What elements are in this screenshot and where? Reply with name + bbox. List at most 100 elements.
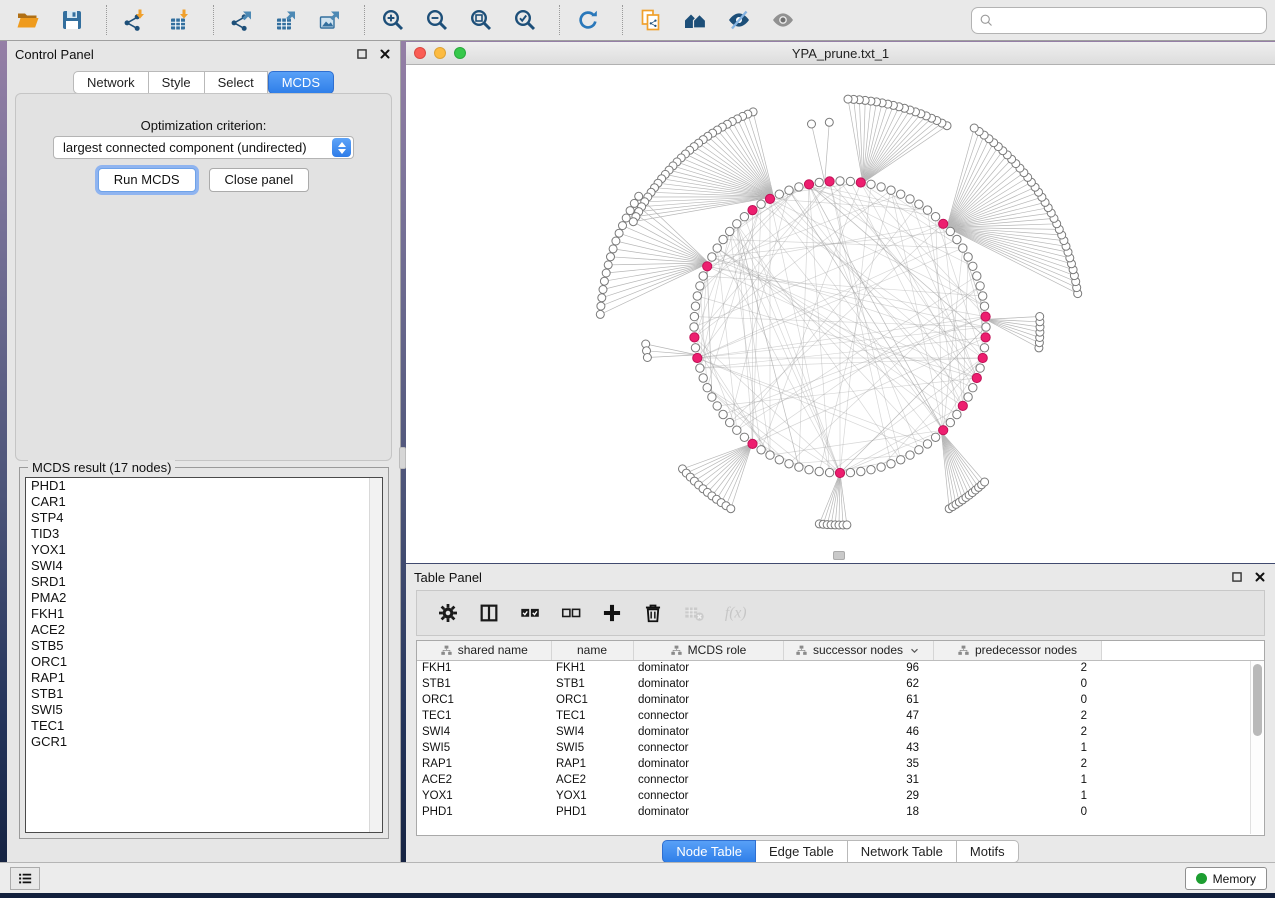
cell[interactable]: FKH1 bbox=[551, 660, 633, 676]
homes-icon[interactable] bbox=[681, 6, 709, 34]
mcds-result-item[interactable]: STB1 bbox=[26, 686, 382, 702]
open-folder-icon[interactable] bbox=[14, 6, 42, 34]
tab-edge-table[interactable]: Edge Table bbox=[756, 840, 848, 863]
mcds-result-item[interactable]: TEC1 bbox=[26, 718, 382, 734]
cell[interactable]: ORC1 bbox=[417, 692, 551, 708]
columns-icon[interactable] bbox=[476, 600, 502, 626]
mcds-result-item[interactable]: CAR1 bbox=[26, 494, 382, 510]
cell[interactable]: 31 bbox=[783, 772, 933, 788]
table-scrollbar[interactable] bbox=[1250, 661, 1263, 834]
cell[interactable]: 1 bbox=[933, 740, 1101, 756]
mcds-list-scrollbar[interactable] bbox=[369, 478, 382, 832]
table-row[interactable]: YOX1YOX1connector291 bbox=[417, 788, 1264, 804]
float-window-icon[interactable] bbox=[1230, 570, 1244, 584]
export-image-icon[interactable] bbox=[316, 6, 344, 34]
mcds-result-item[interactable]: PHD1 bbox=[26, 478, 382, 494]
cell[interactable]: 35 bbox=[783, 756, 933, 772]
cell[interactable]: ORC1 bbox=[551, 692, 633, 708]
export-network-icon[interactable] bbox=[228, 6, 256, 34]
mcds-result-list[interactable]: PHD1CAR1STP4TID3YOX1SWI4SRD1PMA2FKH1ACE2… bbox=[25, 477, 383, 833]
cell[interactable]: 96 bbox=[783, 660, 933, 676]
cell[interactable]: 2 bbox=[933, 724, 1101, 740]
gear-icon[interactable] bbox=[435, 600, 461, 626]
cell[interactable]: SWI5 bbox=[551, 740, 633, 756]
cell[interactable]: 0 bbox=[933, 676, 1101, 692]
mcds-result-item[interactable]: ORC1 bbox=[26, 654, 382, 670]
cell[interactable]: connector bbox=[633, 740, 783, 756]
cell[interactable]: PHD1 bbox=[417, 804, 551, 820]
table-row[interactable]: PHD1PHD1dominator180 bbox=[417, 804, 1264, 820]
table-row[interactable]: SWI4SWI4dominator462 bbox=[417, 724, 1264, 740]
cell[interactable]: YOX1 bbox=[551, 788, 633, 804]
tab-network-table[interactable]: Network Table bbox=[848, 840, 957, 863]
cell[interactable]: 1 bbox=[933, 772, 1101, 788]
import-table-icon[interactable] bbox=[165, 6, 193, 34]
table-scrollbar-thumb[interactable] bbox=[1253, 664, 1262, 736]
cell[interactable]: dominator bbox=[633, 692, 783, 708]
column-header-MCDS-role[interactable]: MCDS role bbox=[633, 641, 783, 660]
table-row[interactable]: SWI5SWI5connector431 bbox=[417, 740, 1264, 756]
cell[interactable]: ACE2 bbox=[551, 772, 633, 788]
zoom-in-icon[interactable] bbox=[379, 6, 407, 34]
sort-menu-icon[interactable] bbox=[908, 644, 921, 657]
import-network-icon[interactable] bbox=[121, 6, 149, 34]
cell[interactable]: 43 bbox=[783, 740, 933, 756]
table-row[interactable]: STB1STB1dominator620 bbox=[417, 676, 1264, 692]
cell[interactable]: 0 bbox=[933, 692, 1101, 708]
cell[interactable]: dominator bbox=[633, 660, 783, 676]
cell[interactable]: 18 bbox=[783, 804, 933, 820]
cell[interactable]: 46 bbox=[783, 724, 933, 740]
cell[interactable]: RAP1 bbox=[417, 756, 551, 772]
select-all-icon[interactable] bbox=[517, 600, 543, 626]
table-row[interactable]: TEC1TEC1connector472 bbox=[417, 708, 1264, 724]
tab-select[interactable]: Select bbox=[205, 71, 268, 94]
network-canvas[interactable] bbox=[406, 65, 1275, 563]
task-history-button[interactable] bbox=[10, 867, 40, 890]
hide-eye-icon[interactable] bbox=[725, 6, 753, 34]
mcds-result-item[interactable]: STB5 bbox=[26, 638, 382, 654]
cell[interactable]: PHD1 bbox=[551, 804, 633, 820]
mcds-result-item[interactable]: GCR1 bbox=[26, 734, 382, 750]
save-icon[interactable] bbox=[58, 6, 86, 34]
mcds-result-item[interactable]: SWI5 bbox=[26, 702, 382, 718]
run-mcds-button[interactable]: Run MCDS bbox=[98, 168, 196, 192]
table-row[interactable]: RAP1RAP1dominator352 bbox=[417, 756, 1264, 772]
cell[interactable]: 2 bbox=[933, 660, 1101, 676]
table-row[interactable]: ACE2ACE2connector311 bbox=[417, 772, 1264, 788]
mcds-result-item[interactable]: ACE2 bbox=[26, 622, 382, 638]
search-box[interactable] bbox=[971, 7, 1267, 34]
mcds-result-item[interactable]: SWI4 bbox=[26, 558, 382, 574]
zoom-out-icon[interactable] bbox=[423, 6, 451, 34]
column-header-name[interactable]: name bbox=[551, 641, 633, 660]
mcds-result-item[interactable]: YOX1 bbox=[26, 542, 382, 558]
cell[interactable]: dominator bbox=[633, 804, 783, 820]
clone-network-icon[interactable] bbox=[637, 6, 665, 34]
show-eye-icon[interactable] bbox=[769, 6, 797, 34]
table-row[interactable]: FKH1FKH1dominator962 bbox=[417, 660, 1264, 676]
cell[interactable]: SWI5 bbox=[417, 740, 551, 756]
cell[interactable]: 2 bbox=[933, 756, 1101, 772]
close-icon[interactable] bbox=[1253, 570, 1267, 584]
column-header-successor-nodes[interactable]: successor nodes bbox=[783, 641, 933, 660]
column-header-predecessor-nodes[interactable]: predecessor nodes bbox=[933, 641, 1101, 660]
cell[interactable]: 0 bbox=[933, 804, 1101, 820]
tab-network[interactable]: Network bbox=[73, 71, 149, 94]
tab-node-table[interactable]: Node Table bbox=[662, 840, 756, 863]
optimization-criterion-select[interactable]: largest connected component (undirected) bbox=[53, 136, 354, 159]
mcds-result-item[interactable]: STP4 bbox=[26, 510, 382, 526]
tab-style[interactable]: Style bbox=[149, 71, 205, 94]
network-graph[interactable] bbox=[406, 65, 1275, 563]
cell[interactable]: ACE2 bbox=[417, 772, 551, 788]
close-panel-button[interactable]: Close panel bbox=[209, 168, 310, 192]
panel-divider-handle[interactable] bbox=[399, 447, 406, 469]
cell[interactable]: TEC1 bbox=[417, 708, 551, 724]
add-icon[interactable] bbox=[599, 600, 625, 626]
cell[interactable]: connector bbox=[633, 772, 783, 788]
cell[interactable]: RAP1 bbox=[551, 756, 633, 772]
zoom-selected-icon[interactable] bbox=[511, 6, 539, 34]
tab-mcds[interactable]: MCDS bbox=[268, 71, 334, 94]
search-input[interactable] bbox=[998, 10, 1266, 31]
cell[interactable]: dominator bbox=[633, 676, 783, 692]
column-header-shared-name[interactable]: shared name bbox=[417, 641, 551, 660]
memory-button[interactable]: Memory bbox=[1185, 867, 1267, 890]
